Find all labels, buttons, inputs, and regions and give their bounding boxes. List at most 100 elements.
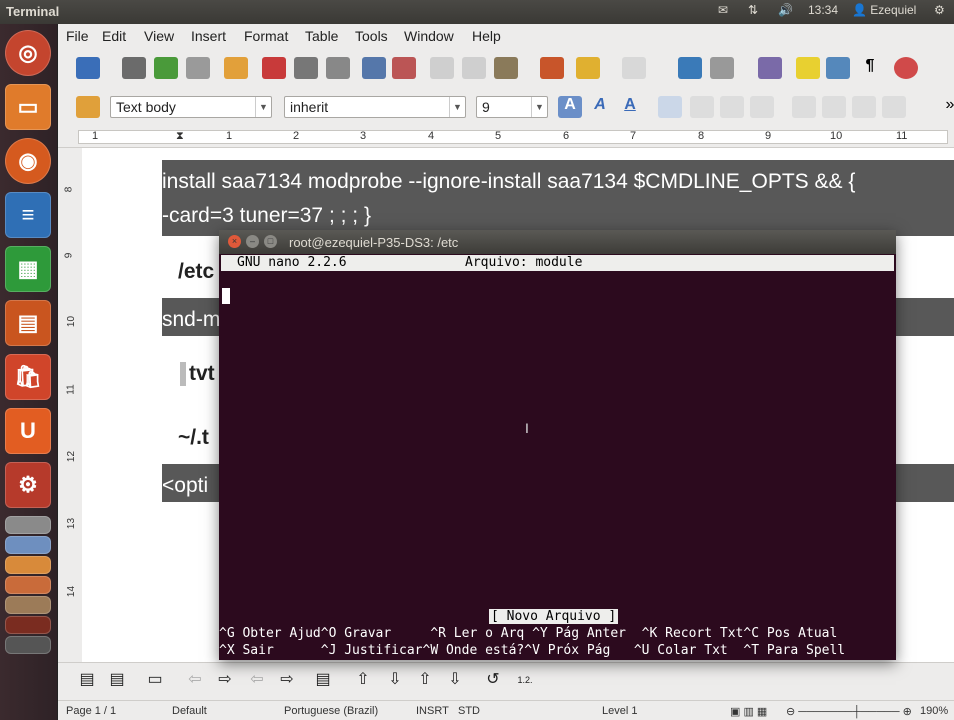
indent-marker-icon[interactable]: ⧗ xyxy=(176,130,184,143)
font-name-select[interactable]: inherit ▼ xyxy=(284,96,466,118)
archive-icon[interactable] xyxy=(5,556,51,574)
help-icon[interactable] xyxy=(894,57,918,79)
ubuntu-dash-icon[interactable]: ◎ xyxy=(5,30,51,76)
hyperlink-icon[interactable] xyxy=(678,57,702,79)
impress-icon[interactable]: ▤ xyxy=(5,300,51,346)
clock[interactable]: 13:34 xyxy=(808,3,838,17)
insert-mode[interactable]: INSRT xyxy=(416,705,449,717)
software-center-icon[interactable]: 🛍 xyxy=(5,354,51,400)
move-up-subpoints-icon[interactable]: ⇧ xyxy=(414,669,436,691)
underline-icon[interactable]: A xyxy=(618,96,642,118)
autospellcheck-icon[interactable] xyxy=(392,57,416,79)
move-down-icon[interactable]: ⇩ xyxy=(384,669,406,691)
show-levels-icon[interactable]: ▭ xyxy=(144,669,166,691)
email-icon[interactable] xyxy=(186,57,210,79)
move-down-subpoints-icon[interactable]: ⇩ xyxy=(444,669,466,691)
outline-icon[interactable]: ▤ xyxy=(76,669,98,691)
vertical-ruler[interactable]: 8 9 10 11 12 13 14 xyxy=(58,148,82,662)
close-icon[interactable]: × xyxy=(228,235,241,248)
workspace-icon[interactable] xyxy=(5,536,51,554)
print-preview-icon[interactable] xyxy=(326,57,350,79)
italic-icon[interactable]: A xyxy=(588,96,612,118)
firefox-icon[interactable]: ◉ xyxy=(5,138,51,184)
increase-indent-icon[interactable] xyxy=(882,96,906,118)
save-icon[interactable] xyxy=(154,57,178,79)
view-layout-icons[interactable]: ▣ ▥ ▦ xyxy=(730,705,767,718)
menu-format[interactable]: Format xyxy=(244,28,288,44)
bullets-icon[interactable] xyxy=(822,96,846,118)
cut-icon[interactable] xyxy=(430,57,454,79)
demote-icon[interactable]: ⇨ xyxy=(276,669,298,691)
terminal-icon[interactable] xyxy=(5,616,51,634)
terminal-window[interactable]: × – □ root@ezequiel-P35-DS3: /etc GNU na… xyxy=(219,230,896,660)
paragraph-style-select[interactable]: Text body ▼ xyxy=(110,96,272,118)
menu-window[interactable]: Window xyxy=(404,28,454,44)
calc-icon[interactable]: ▦ xyxy=(5,246,51,292)
overflow-icon[interactable]: » xyxy=(938,96,954,118)
insert-unnumbered-icon[interactable]: ▤ xyxy=(312,669,334,691)
formatting-marks-icon[interactable]: ¶ xyxy=(858,57,882,79)
menu-table[interactable]: Table xyxy=(305,28,338,44)
menu-file[interactable]: File xyxy=(66,28,89,44)
horizontal-ruler[interactable]: 1 ⧗ 1 2 3 4 5 6 7 8 9 10 11 xyxy=(58,126,954,148)
zoom-level[interactable]: 190% xyxy=(920,705,948,717)
ubuntu-one-icon[interactable]: U xyxy=(5,408,51,454)
language[interactable]: Portuguese (Brazil) xyxy=(284,705,378,717)
export-pdf-icon[interactable] xyxy=(262,57,286,79)
promote-icon[interactable]: ⇦ xyxy=(246,669,268,691)
package-icon[interactable] xyxy=(5,576,51,594)
menu-edit[interactable]: Edit xyxy=(102,28,126,44)
numbering-icon[interactable] xyxy=(792,96,816,118)
align-right-icon[interactable] xyxy=(720,96,744,118)
decrease-indent-icon[interactable] xyxy=(852,96,876,118)
new-document-icon[interactable] xyxy=(76,57,100,79)
restart-numbering-icon[interactable]: ↺ xyxy=(482,669,504,691)
undo-icon[interactable] xyxy=(576,57,600,79)
print-icon[interactable] xyxy=(294,57,318,79)
paste-icon[interactable] xyxy=(494,57,518,79)
copy-icon[interactable] xyxy=(462,57,486,79)
menu-view[interactable]: View xyxy=(144,28,174,44)
folder-stack-icon[interactable] xyxy=(5,596,51,614)
clone-formatting-icon[interactable] xyxy=(540,57,564,79)
writer-icon[interactable]: ≡ xyxy=(5,192,51,238)
arrow-right-icon[interactable]: ⇨ xyxy=(214,669,236,691)
edit-mode-icon[interactable] xyxy=(224,57,248,79)
disk-icon[interactable] xyxy=(5,516,51,534)
menu-tools[interactable]: Tools xyxy=(355,28,388,44)
align-left-icon[interactable] xyxy=(658,96,682,118)
gear-icon[interactable]: ⚙ xyxy=(934,3,945,17)
page-style[interactable]: Default xyxy=(172,705,207,717)
spellcheck-icon[interactable] xyxy=(362,57,386,79)
terminal-titlebar[interactable]: × – □ root@ezequiel-P35-DS3: /etc xyxy=(219,230,896,254)
gallery-icon[interactable] xyxy=(826,57,850,79)
network-icon[interactable]: ⇅ xyxy=(748,3,758,17)
user-menu[interactable]: 👤 Ezequiel xyxy=(852,3,916,17)
redo-icon[interactable] xyxy=(622,57,646,79)
mail-icon[interactable]: ✉ xyxy=(718,3,728,17)
align-center-icon[interactable] xyxy=(690,96,714,118)
maximize-icon[interactable]: □ xyxy=(264,235,277,248)
page-count[interactable]: Page 1 / 1 xyxy=(66,705,116,717)
minimize-icon[interactable]: – xyxy=(246,235,259,248)
open-icon[interactable] xyxy=(122,57,146,79)
system-settings-icon[interactable]: ⚙ xyxy=(5,462,51,508)
selection-mode[interactable]: STD xyxy=(458,705,480,717)
files-icon[interactable]: ▭ xyxy=(5,84,51,130)
volume-icon[interactable]: 🔊 xyxy=(778,3,793,17)
zoom-slider[interactable]: ⊖ ───────┼───── ⊕ xyxy=(786,705,912,718)
justify-icon[interactable] xyxy=(750,96,774,118)
table-icon[interactable] xyxy=(710,57,734,79)
numbering-on-off-icon[interactable]: 1.2. xyxy=(514,669,536,691)
trash-icon[interactable] xyxy=(5,636,51,654)
move-up-icon[interactable]: ⇧ xyxy=(352,669,374,691)
styles-icon[interactable] xyxy=(76,96,100,118)
font-size-select[interactable]: 9 ▼ xyxy=(476,96,548,118)
arrow-left-icon[interactable]: ⇦ xyxy=(184,669,206,691)
outline-demote-icon[interactable]: ▤ xyxy=(106,669,128,691)
menu-help[interactable]: Help xyxy=(472,28,501,44)
navigator-icon[interactable] xyxy=(796,57,820,79)
draw-functions-icon[interactable] xyxy=(758,57,782,79)
menu-insert[interactable]: Insert xyxy=(191,28,226,44)
bold-icon[interactable]: A xyxy=(558,96,582,118)
